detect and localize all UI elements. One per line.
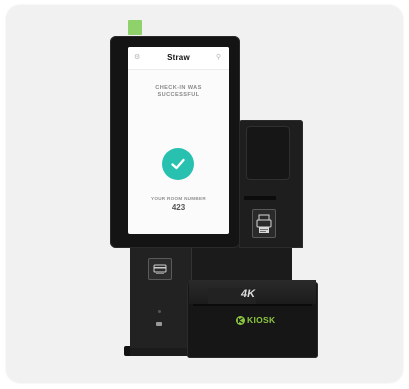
success-badge xyxy=(162,148,194,180)
kiosk-logo-icon xyxy=(236,315,245,325)
room-number-label: YOUR ROOM NUMBER xyxy=(150,196,207,201)
printer-cover xyxy=(246,126,290,180)
card-reader-slot[interactable] xyxy=(148,258,172,280)
dispenser-rim xyxy=(193,304,312,306)
room-number-value: 423 xyxy=(171,203,186,212)
receipt-slot xyxy=(244,196,276,200)
status-led xyxy=(158,310,161,313)
printer-icon xyxy=(256,214,272,233)
card-icon xyxy=(153,264,167,274)
green-indicator-tab xyxy=(128,20,142,35)
status-message-line1: CHECK-IN WAS xyxy=(155,85,202,91)
touch-screen[interactable]: ⚙ Straw ⚲ CHECK-IN WAS SUCCESSFUL YOUR R… xyxy=(128,47,229,234)
screen-header: ⚙ Straw ⚲ xyxy=(128,47,229,70)
kiosk-logo-text: KIOSK xyxy=(247,315,276,325)
status-message: CHECK-IN WAS SUCCESSFUL xyxy=(134,85,223,99)
usb-port xyxy=(156,322,162,326)
dispenser-mark: 4K xyxy=(241,288,256,300)
status-message-line2: SUCCESSFUL xyxy=(157,92,200,98)
checkmark-icon xyxy=(171,158,185,170)
kiosk-logo: KIOSK xyxy=(236,314,275,326)
search-icon[interactable]: ⚲ xyxy=(216,53,221,61)
printer-label xyxy=(252,209,276,238)
brand-name: Straw xyxy=(167,53,190,62)
